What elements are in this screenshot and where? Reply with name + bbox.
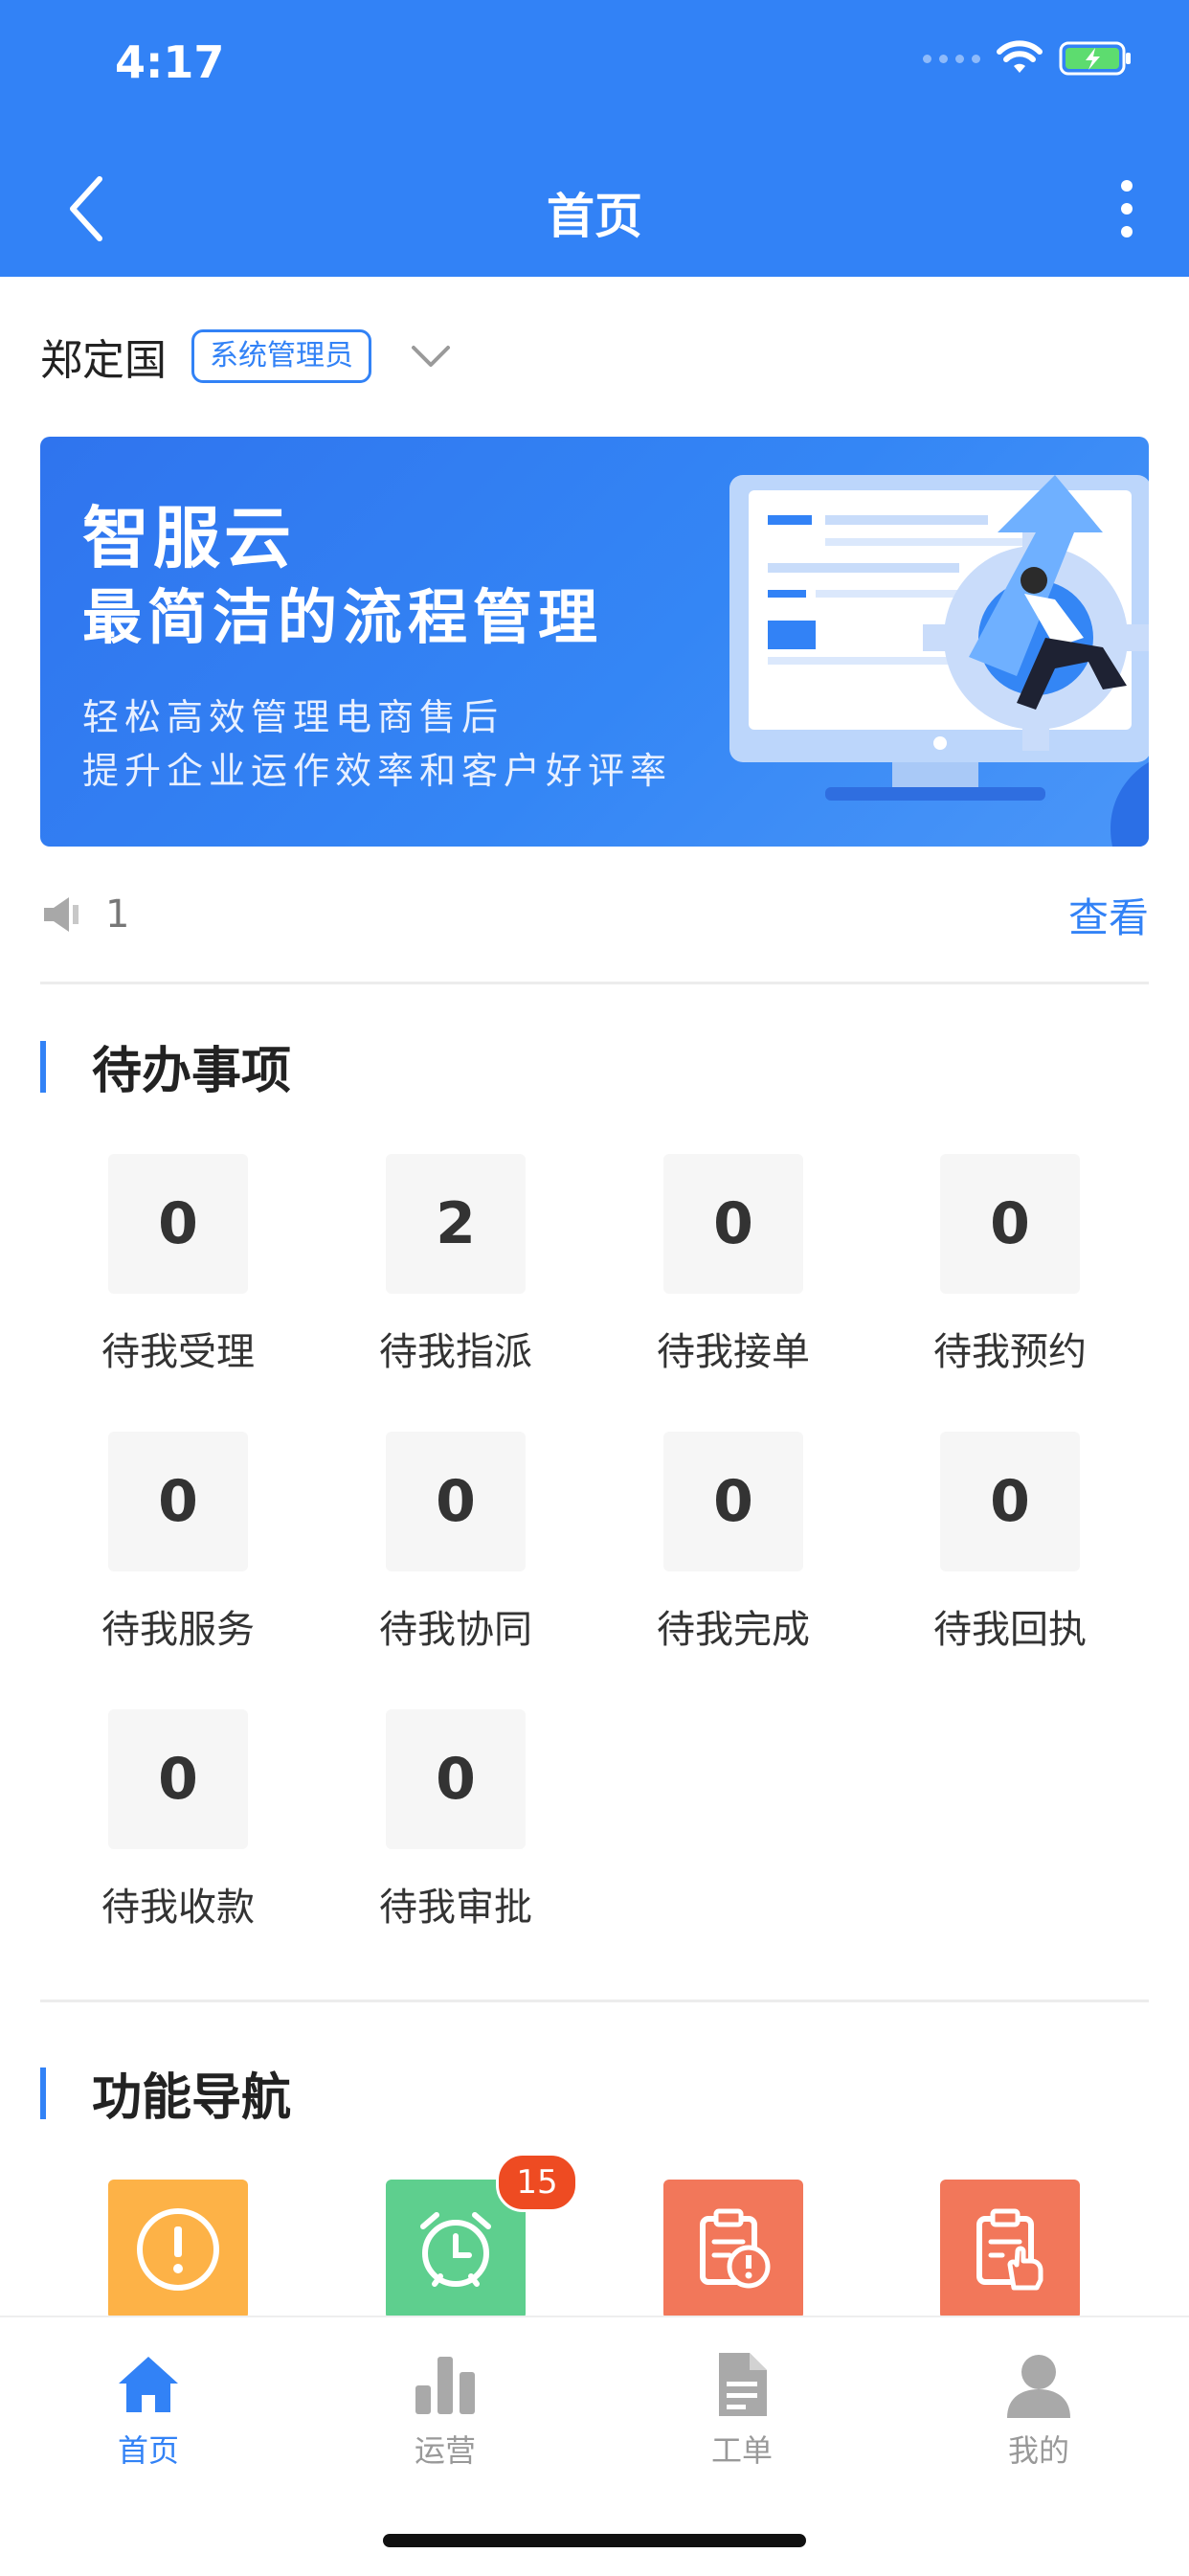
todo-item-appointment[interactable]: 0 待我预约 xyxy=(914,1154,1106,1376)
more-button[interactable] xyxy=(1103,170,1151,247)
function-item-exception[interactable] xyxy=(108,2180,248,2319)
todo-count: 0 xyxy=(108,1432,248,1571)
todo-item-receipt[interactable]: 0 待我回执 xyxy=(914,1432,1106,1654)
battery-icon xyxy=(1059,41,1131,76)
home-indicator[interactable] xyxy=(383,2534,806,2547)
function-item-manual-order[interactable] xyxy=(940,2180,1080,2319)
todo-label: 待我指派 xyxy=(379,1330,532,1374)
status-icons xyxy=(923,40,1133,77)
user-name: 郑定国 xyxy=(40,336,167,385)
todo-item-payment[interactable]: 0 待我收款 xyxy=(82,1709,274,1932)
todo-label: 待我协同 xyxy=(379,1608,532,1652)
todo-section-title: 待办事项 xyxy=(40,1030,291,1102)
banner-line-2: 提升企业运作效率和客户好评率 xyxy=(82,750,673,792)
todo-label: 待我接单 xyxy=(657,1330,810,1374)
signal-icon xyxy=(923,54,980,63)
tab-label: 工单 xyxy=(710,2432,773,2469)
todo-label: 待我收款 xyxy=(101,1886,255,1930)
todo-item-service[interactable]: 0 待我服务 xyxy=(82,1432,274,1654)
notice-bar: 1 查看 xyxy=(40,881,1149,948)
notification-badge: 15 xyxy=(496,2153,578,2212)
section-accent-bar xyxy=(40,2067,46,2119)
section-accent-bar xyxy=(40,1040,46,1093)
chevron-down-icon[interactable] xyxy=(410,342,452,371)
clipboard-warning-icon xyxy=(700,2208,771,2289)
view-notice-link[interactable]: 查看 xyxy=(1068,886,1149,944)
todo-count: 0 xyxy=(940,1432,1080,1571)
app-header: 4:17 首页 xyxy=(0,0,1189,277)
todo-count: 0 xyxy=(108,1709,248,1849)
tab-label: 首页 xyxy=(117,2432,179,2469)
tab-profile[interactable]: 我的 xyxy=(953,2346,1125,2471)
tab-label: 我的 xyxy=(1007,2432,1069,2469)
todo-count: 0 xyxy=(663,1154,803,1294)
exclamation-icon xyxy=(137,2208,219,2291)
todo-item-accept[interactable]: 0 待我受理 xyxy=(82,1154,274,1376)
todo-count: 2 xyxy=(386,1154,526,1294)
todo-label: 待我服务 xyxy=(101,1608,255,1652)
promo-banner[interactable]: 智服云 最简洁的流程管理 轻松高效管理电商售后 提升企业运作效率和客户好评率 xyxy=(40,437,1149,847)
todo-count: 0 xyxy=(386,1432,526,1571)
todo-item-assign[interactable]: 2 待我指派 xyxy=(360,1154,551,1376)
function-item-warning-order[interactable] xyxy=(663,2180,803,2319)
clipboard-hand-icon xyxy=(976,2208,1043,2291)
todo-count: 0 xyxy=(108,1154,248,1294)
user-row[interactable]: 郑定国 系统管理员 xyxy=(40,326,452,387)
more-icon xyxy=(1121,180,1133,192)
todo-count: 0 xyxy=(940,1154,1080,1294)
person-icon xyxy=(1007,2355,1070,2418)
tab-work-orders[interactable]: 工单 xyxy=(656,2346,828,2471)
functions-section-title: 功能导航 xyxy=(40,2057,291,2129)
tab-operations[interactable]: 运营 xyxy=(359,2346,531,2471)
todo-count: 0 xyxy=(663,1432,803,1571)
bar-chart-icon xyxy=(415,2357,475,2414)
section-title-text: 待办事项 xyxy=(92,1043,292,1100)
speaker-icon xyxy=(44,897,79,932)
todo-item-complete[interactable]: 0 待我完成 xyxy=(638,1432,829,1654)
home-icon xyxy=(119,2357,178,2412)
todo-label: 待我回执 xyxy=(933,1608,1087,1652)
status-time: 4:17 xyxy=(115,36,225,88)
notice-count: 1 xyxy=(105,893,130,937)
todo-label: 待我受理 xyxy=(101,1330,255,1374)
banner-subtitle: 最简洁的流程管理 xyxy=(82,582,604,652)
banner-line-1: 轻松高效管理电商售后 xyxy=(82,696,505,738)
section-title-text: 功能导航 xyxy=(92,2069,292,2127)
todo-label: 待我预约 xyxy=(933,1330,1087,1374)
alarm-clock-icon xyxy=(420,2212,491,2287)
tab-label: 运营 xyxy=(414,2432,476,2469)
banner-illustration xyxy=(729,475,1149,847)
divider xyxy=(40,2000,1149,2002)
todo-label: 待我审批 xyxy=(379,1886,532,1930)
todo-label: 待我完成 xyxy=(657,1608,810,1652)
role-badge: 系统管理员 xyxy=(191,329,371,383)
todo-item-approval[interactable]: 0 待我审批 xyxy=(360,1709,551,1932)
todo-item-collaborate[interactable]: 0 待我协同 xyxy=(360,1432,551,1654)
wifi-icon xyxy=(997,40,1043,73)
tab-home[interactable]: 首页 xyxy=(62,2346,235,2471)
todo-count: 0 xyxy=(386,1709,526,1849)
page-title: 首页 xyxy=(547,189,642,244)
document-icon xyxy=(719,2353,767,2416)
divider xyxy=(40,982,1149,984)
banner-title: 智服云 xyxy=(82,499,295,577)
todo-item-take-order[interactable]: 0 待我接单 xyxy=(638,1154,829,1376)
